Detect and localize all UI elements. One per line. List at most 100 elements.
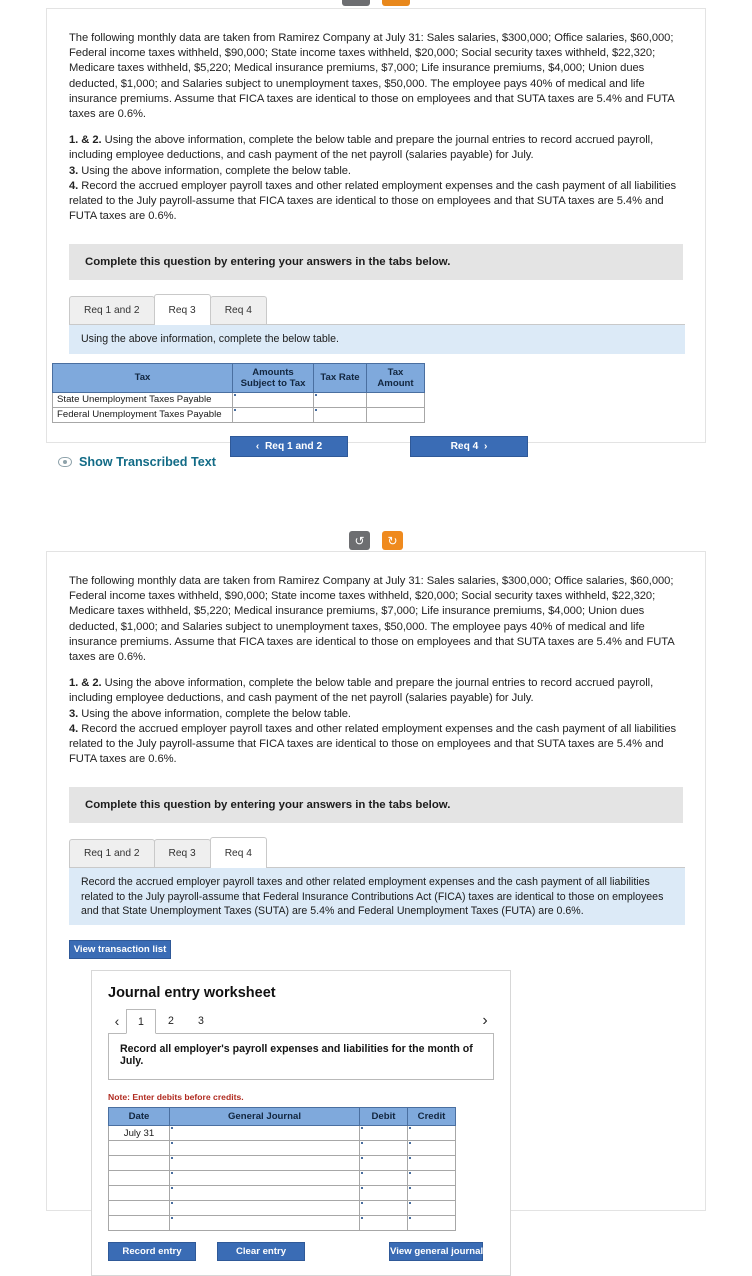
next-req-label: Req 4 — [450, 440, 479, 452]
worksheet-page-3[interactable]: 3 — [186, 1009, 216, 1033]
col-header-amounts-subject-to-tax: Amounts Subject to Tax — [232, 362, 314, 393]
journal-credit-5[interactable] — [407, 1200, 456, 1217]
table-header-row: Tax Amounts Subject to Tax Tax Rate Tax … — [52, 362, 425, 393]
instruction-bar-2: Complete this question by entering your … — [69, 787, 683, 824]
journal-date-3[interactable] — [108, 1170, 170, 1187]
problem-statement-2: The following monthly data are taken fro… — [69, 575, 675, 664]
input-federal-tax-amount[interactable] — [366, 406, 425, 423]
view-general-journal-button[interactable]: View general journal — [389, 1242, 483, 1262]
problem-statement-1: The following monthly data are taken fro… — [69, 32, 675, 121]
journal-date-4[interactable] — [108, 1185, 170, 1202]
tabstrip-2: Req 1 and 2 Req 3 Req 4 — [69, 837, 685, 869]
table-header-row: Date General Journal Debit Credit — [108, 1107, 456, 1127]
col-header-date: Date — [108, 1107, 170, 1127]
question-panel-2: The following monthly data are taken fro… — [46, 551, 706, 1276]
debits-before-credits-note: Note: Enter debits before credits. — [108, 1092, 244, 1103]
mid-action-buttons: ↺ ↻ — [0, 531, 752, 550]
journal-date-6[interactable] — [108, 1215, 170, 1232]
req-3-label-2: 3. — [69, 707, 79, 720]
journal-debit-0[interactable] — [359, 1125, 408, 1142]
journal-date-2[interactable] — [108, 1155, 170, 1172]
unemployment-tax-table: Tax Amounts Subject to Tax Tax Rate Tax … — [52, 362, 425, 423]
journal-account-3[interactable] — [169, 1170, 360, 1187]
journal-credit-3[interactable] — [407, 1170, 456, 1187]
input-state-amount[interactable] — [232, 391, 314, 408]
view-transaction-list-button[interactable]: View transaction list — [69, 940, 171, 960]
journal-date-5[interactable] — [108, 1200, 170, 1217]
chevron-right-icon: › — [484, 440, 488, 452]
question-panel-1: The following monthly data are taken fro… — [46, 8, 706, 457]
req-1-2-label-2: 1. & 2. — [69, 677, 102, 690]
worksheet-page-1[interactable]: 1 — [126, 1009, 156, 1035]
journal-debit-5[interactable] — [359, 1200, 408, 1217]
table-row — [108, 1155, 456, 1172]
worksheet-page-2[interactable]: 2 — [156, 1009, 186, 1033]
requirement-3-line-1: 3. Using the above information, complete… — [69, 164, 683, 179]
journal-account-4[interactable] — [169, 1185, 360, 1202]
worksheet-pager: ‹ 1 2 3 › — [108, 1009, 494, 1035]
req-4-text-2: Record the accrued employer payroll taxe… — [69, 722, 677, 766]
prev-req-label: Req 1 and 2 — [264, 440, 323, 452]
journal-account-1[interactable] — [169, 1140, 360, 1157]
next-req-button[interactable]: Req 4 › — [410, 435, 528, 457]
table-row: Federal Unemployment Taxes Payable — [52, 406, 425, 423]
req-3-text-2: Using the above information, complete th… — [78, 707, 351, 720]
journal-date-1[interactable] — [108, 1140, 170, 1157]
tab-req-1-and-2-panel2[interactable]: Req 1 and 2 — [69, 839, 155, 868]
journal-account-0[interactable] — [169, 1125, 360, 1142]
refresh-gray-icon-top[interactable] — [342, 0, 370, 6]
table-row: State Unemployment Taxes Payable — [52, 391, 425, 408]
instruction-bar-1: Complete this question by entering your … — [69, 244, 683, 281]
input-federal-amount[interactable] — [232, 406, 314, 423]
journal-credit-4[interactable] — [407, 1185, 456, 1202]
journal-debit-4[interactable] — [359, 1185, 408, 1202]
table-row — [108, 1170, 456, 1187]
worksheet-prompt: Record all employer's payroll expenses a… — [108, 1033, 494, 1081]
req-1-2-text-1: Using the above information, complete th… — [69, 134, 654, 162]
journal-credit-1[interactable] — [407, 1140, 456, 1157]
journal-date-0[interactable]: July 31 — [108, 1125, 170, 1142]
journal-debit-3[interactable] — [359, 1170, 408, 1187]
show-transcribed-text-link[interactable]: Show Transcribed Text — [58, 455, 216, 469]
tab-req-4-panel1[interactable]: Req 4 — [209, 296, 267, 325]
eye-icon — [58, 457, 72, 467]
journal-account-5[interactable] — [169, 1200, 360, 1217]
input-federal-rate[interactable] — [313, 406, 367, 423]
worksheet-title: Journal entry worksheet — [108, 985, 276, 1002]
clear-entry-button[interactable]: Clear entry — [217, 1242, 305, 1262]
table-row — [108, 1200, 456, 1217]
refresh-orange-icon[interactable]: ↻ — [382, 531, 403, 550]
col-header-general-journal: General Journal — [169, 1107, 360, 1127]
refresh-gray-icon[interactable]: ↺ — [349, 531, 370, 550]
req-1-2-label-1: 1. & 2. — [69, 134, 102, 147]
tab-req-1-and-2-panel1[interactable]: Req 1 and 2 — [69, 296, 155, 325]
general-journal-table: Date General Journal Debit Credit July 3… — [108, 1107, 456, 1232]
prev-req-button[interactable]: ‹ Req 1 and 2 — [230, 435, 348, 457]
tab-req-3-panel1[interactable]: Req 3 — [153, 294, 211, 326]
req-1-2-text-2: Using the above information, complete th… — [69, 677, 654, 705]
refresh-orange-icon-top[interactable] — [382, 0, 410, 6]
input-state-rate[interactable] — [313, 391, 367, 408]
col-header-tax: Tax — [52, 362, 233, 393]
input-state-tax-amount[interactable] — [366, 391, 425, 408]
journal-debit-1[interactable] — [359, 1140, 408, 1157]
col-header-tax-amount: Tax Amount — [366, 362, 425, 393]
journal-debit-6[interactable] — [359, 1215, 408, 1232]
requirement-4-line-2: 4. Record the accrued employer payroll t… — [69, 722, 683, 768]
journal-credit-2[interactable] — [407, 1155, 456, 1172]
journal-credit-0[interactable] — [407, 1125, 456, 1142]
requirement-4-line-1: 4. Record the accrued employer payroll t… — [69, 179, 683, 225]
journal-account-2[interactable] — [169, 1155, 360, 1172]
tab-req-3-panel2[interactable]: Req 3 — [153, 839, 211, 868]
worksheet-prev-icon[interactable]: ‹ — [108, 1013, 126, 1029]
worksheet-next-icon[interactable]: › — [476, 1012, 494, 1030]
tabstrip-1: Req 1 and 2 Req 3 Req 4 — [69, 294, 685, 326]
journal-debit-2[interactable] — [359, 1155, 408, 1172]
show-transcribed-text-label: Show Transcribed Text — [79, 455, 216, 469]
journal-credit-6[interactable] — [407, 1215, 456, 1232]
journal-account-6[interactable] — [169, 1215, 360, 1232]
row-label-federal-unemployment: Federal Unemployment Taxes Payable — [52, 406, 233, 423]
journal-rows: July 31 — [108, 1125, 456, 1232]
record-entry-button[interactable]: Record entry — [108, 1242, 196, 1262]
tab-req-4-panel2[interactable]: Req 4 — [209, 837, 267, 869]
